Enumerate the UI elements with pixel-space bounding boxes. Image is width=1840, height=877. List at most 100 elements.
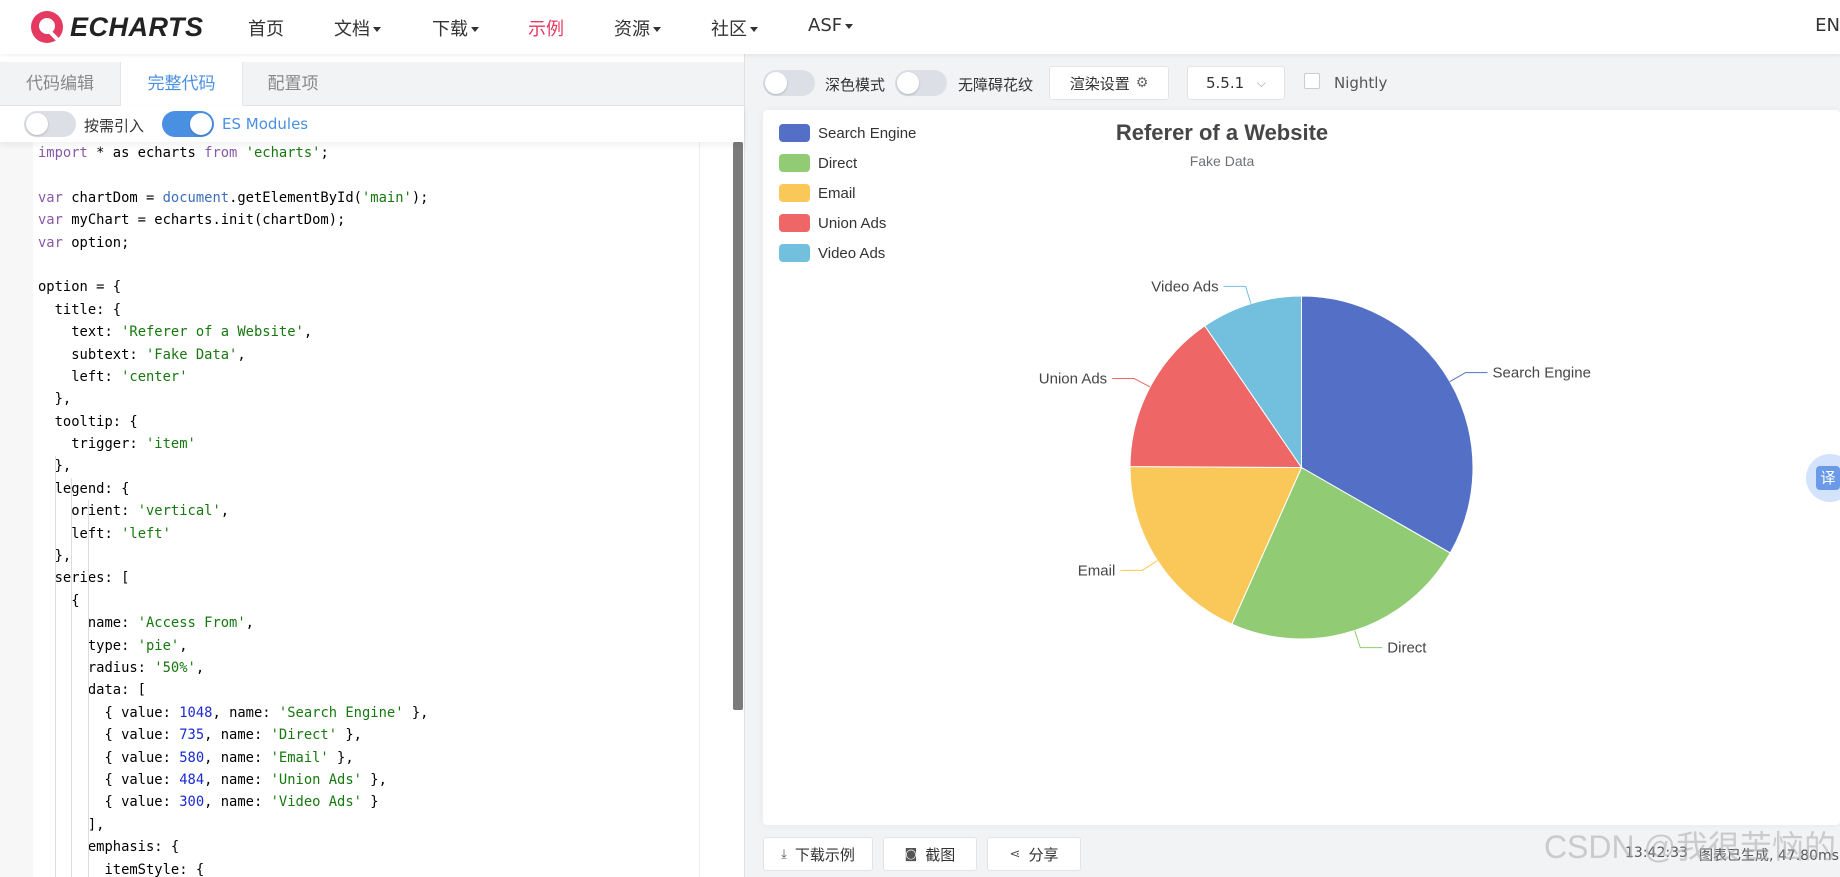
slice-label: Email (1078, 562, 1116, 579)
code-line: option = { (38, 279, 122, 296)
translate-icon: 译 (1816, 466, 1840, 490)
code-line: series: [ (38, 570, 130, 587)
on-demand-import-switch[interactable] (24, 111, 76, 137)
download-icon: ⤓ (781, 846, 787, 862)
code-line: { value: 735, name: 'Direct' }, (38, 727, 362, 744)
legend-swatch[interactable] (779, 214, 810, 232)
code-line: radius: '50%', (38, 659, 205, 676)
download-example-button[interactable]: ⤓ 下载示例 (763, 837, 873, 871)
legend-label[interactable]: Search Engine (818, 125, 916, 142)
nav-item-6[interactable]: ASF (808, 15, 854, 36)
code-line: { value: 580, name: 'Email' }, (38, 749, 354, 766)
nav-item-4[interactable]: 资源 (614, 15, 661, 41)
legend-label[interactable]: Email (818, 185, 856, 202)
code-line: import * as echarts from 'echarts'; (38, 145, 329, 161)
language-switch[interactable]: EN (1815, 15, 1840, 36)
chart-subtitle: Fake Data (1190, 153, 1255, 169)
code-line: }, (38, 391, 72, 408)
label-line (1449, 372, 1488, 383)
legend-swatch[interactable] (779, 184, 810, 202)
screenshot-button[interactable]: ◙ 截图 (883, 837, 977, 871)
nav-item-label: 资源 (614, 19, 650, 40)
es-modules-switch[interactable] (162, 111, 214, 137)
top-navbar: ECHARTS 首页 文档 下载 示例 资源 社区 ASF EN (0, 0, 1840, 54)
code-line: emphasis: { (38, 839, 180, 856)
share-label: 分享 (1028, 845, 1059, 864)
nav-item-label: 首页 (248, 19, 284, 40)
code-line: var myChart = echarts.init(chartDom); (38, 212, 346, 229)
nightly-label: Nightly (1334, 74, 1388, 92)
tab-code-edit[interactable]: 代码编辑 (0, 62, 120, 106)
chevron-down-icon: ⌵ (1256, 75, 1266, 90)
code-line: tooltip: { (38, 413, 138, 430)
code-editor-panel: 代码编辑 完整代码 配置项 按需引入 ES Modules import * a… (0, 54, 744, 877)
slice-label: Video Ads (1151, 278, 1218, 295)
accessibility-label: 无障碍花纹 (958, 76, 1034, 94)
code-area[interactable]: import * as echarts from 'echarts'; var c… (0, 142, 744, 877)
render-settings-button[interactable]: 渲染设置 ⚙ (1049, 66, 1169, 100)
code-line: { value: 300, name: 'Video Ads' } (38, 794, 379, 811)
code-line: var chartDom = document.getElementById('… (38, 189, 429, 206)
code-line: orient: 'vertical', (71, 503, 230, 520)
preview-toolbar: 深色模式 无障碍花纹 渲染设置 ⚙ 5.5.1 ⌵ Nightly (745, 54, 1840, 110)
nav-item-label: 文档 (334, 19, 370, 40)
nav-item-3[interactable]: 示例 (528, 15, 564, 41)
nav-item-5[interactable]: 社区 (711, 15, 758, 41)
code-line: left: 'center' (38, 368, 188, 385)
logo-text: ECHARTS (70, 11, 204, 42)
accessibility-switch[interactable] (895, 70, 947, 96)
code-line: legend: { (38, 480, 130, 497)
legend-label[interactable]: Direct (818, 155, 858, 172)
chart-title: Referer of a Website (1116, 120, 1328, 145)
code-line: text: 'Referer of a Website', (38, 324, 313, 341)
download-example-label: 下载示例 (794, 845, 855, 864)
render-settings-label: 渲染设置 (1069, 74, 1130, 93)
nav-item-2[interactable]: 下载 (432, 15, 479, 41)
camera-icon: ◙ (904, 846, 918, 862)
preview-panel: 深色模式 无障碍花纹 渲染设置 ⚙ 5.5.1 ⌵ Nightly Refere… (745, 54, 1840, 877)
legend-label[interactable]: Video Ads (818, 245, 885, 262)
dark-mode-switch[interactable] (763, 70, 815, 96)
code-line: }, (54, 458, 72, 475)
nightly-checkbox[interactable] (1304, 73, 1320, 89)
label-line (1120, 560, 1158, 571)
tab-full-code[interactable]: 完整代码 (120, 62, 243, 107)
legend-label[interactable]: Union Ads (818, 215, 886, 232)
code-scrollbar[interactable] (733, 142, 743, 710)
code-gutter (0, 142, 33, 877)
share-button[interactable]: ⋖ 分享 (987, 837, 1081, 871)
code-line: left: 'left' (38, 525, 171, 542)
code-content[interactable]: import * as echarts from 'echarts'; var c… (38, 142, 698, 877)
share-icon: ⋖ (1009, 846, 1021, 862)
pie-chart[interactable]: Referer of a Website Fake Data Search Engi… (763, 110, 1840, 825)
tab-options[interactable]: 配置项 (243, 62, 343, 106)
code-line: type: 'pie', (87, 637, 188, 654)
version-value: 5.5.1 (1206, 74, 1245, 92)
version-select[interactable]: 5.5.1 ⌵ (1187, 66, 1285, 100)
caret-down-icon (750, 26, 758, 32)
slice-label: Search Engine (1493, 365, 1591, 382)
code-line: var option; (38, 234, 130, 251)
code-line: { value: 484, name: 'Union Ads' }, (38, 771, 387, 788)
code-line: { value: 1048, name: 'Search Engine' }, (38, 704, 429, 721)
legend-swatch[interactable] (779, 124, 810, 142)
on-demand-import-label: 按需引入 (84, 117, 145, 135)
nav-item-0[interactable]: 首页 (248, 15, 284, 41)
nav-item-label: ASF (808, 15, 843, 36)
label-line (1112, 378, 1151, 388)
code-scroll-track (699, 142, 700, 877)
caret-down-icon (845, 24, 854, 29)
caret-down-icon (653, 26, 661, 32)
chart-container: Referer of a Website Fake Data Search Engi… (763, 110, 1840, 825)
nav-item-label: 社区 (711, 19, 747, 40)
legend-swatch[interactable] (779, 244, 810, 262)
legend-swatch[interactable] (779, 154, 810, 172)
gear-icon: ⚙ (1135, 75, 1149, 91)
echarts-logo-icon (28, 8, 66, 46)
caret-down-icon (373, 26, 381, 32)
nav-item-1[interactable]: 文档 (334, 15, 381, 41)
label-line (1354, 630, 1383, 649)
code-line: ], (87, 816, 105, 833)
echarts-logo[interactable]: ECHARTS (28, 8, 204, 46)
